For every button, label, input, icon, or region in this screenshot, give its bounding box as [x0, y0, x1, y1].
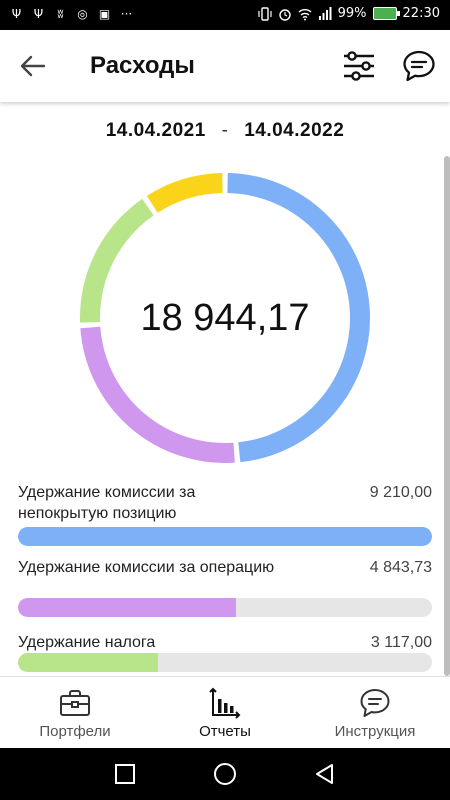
circle-icon[interactable] [213, 762, 237, 786]
nav-label: Портфели [39, 723, 111, 740]
bar-chart-icon [209, 687, 241, 719]
expense-label: Удержание комиссии за непокрытую позицию [18, 484, 196, 522]
expense-value: 3 117,00 [370, 634, 432, 651]
expense-label: Удержание налога [18, 634, 156, 651]
usb-icon: Ψ [11, 7, 22, 21]
expense-bar-fill [18, 653, 158, 672]
triangle-back-icon[interactable] [313, 762, 337, 786]
status-bar: Ψ Ψ ʬ ◎ ▣ ··· 99% 22:30 [0, 0, 450, 30]
system-status: 99% 22:30 [258, 6, 440, 21]
expense-bar-fill [18, 527, 432, 546]
signal-icon [318, 6, 332, 20]
expense-item[interactable]: Удержание налога 3 117,00 [18, 632, 432, 676]
nav-label: Отчеты [199, 723, 251, 740]
page-title: Расходы [90, 52, 195, 79]
system-navigation-bar [0, 748, 450, 800]
expense-value: 4 843,73 [369, 559, 432, 576]
square-icon[interactable] [113, 762, 137, 786]
vk-icon: ʬ [57, 7, 64, 21]
wifi-icon [298, 8, 312, 20]
alarm-icon [278, 8, 291, 21]
expense-item[interactable]: Удержание комиссии за непокрытую позицию… [18, 482, 432, 548]
date-from[interactable]: 14.04.2021 [106, 120, 206, 141]
battery-percent: 99% [337, 6, 367, 21]
nav-label: Инструкция [334, 723, 416, 740]
expense-item[interactable]: Удержание комиссии за операцию 4 843,73 [18, 557, 432, 623]
usb-icon: Ψ [33, 7, 44, 21]
date-range[interactable]: 14.04.2021 - 14.04.2022 [0, 120, 450, 142]
expenses-report[interactable]: 14.04.2021 - 14.04.2022 18 944,17 Удержа… [0, 102, 450, 676]
instagram-icon: ◎ [77, 7, 88, 21]
date-separator: - [221, 120, 229, 141]
chat-bubble-icon[interactable] [402, 49, 436, 83]
arrow-left-icon[interactable] [18, 52, 48, 80]
scrollbar[interactable] [444, 156, 450, 676]
nav-portfolios[interactable]: Портфели [0, 677, 150, 748]
calendar-icon: ▣ [98, 7, 111, 21]
briefcase-icon [60, 690, 90, 716]
battery-icon [372, 7, 400, 20]
more-dots-icon: ··· [120, 7, 133, 21]
clock: 22:30 [402, 6, 440, 21]
notification-icons: Ψ Ψ ʬ ◎ ▣ ··· [10, 7, 133, 21]
expense-bar [18, 653, 432, 672]
expense-label: Удержание комиссии за операцию [18, 559, 275, 576]
sliders-icon[interactable] [342, 49, 376, 83]
nav-instructions[interactable]: Инструкция [300, 677, 450, 748]
expense-bar [18, 527, 432, 546]
vibrate-icon [258, 6, 272, 21]
bottom-navigation: Портфели Отчеты Инструкция [0, 676, 450, 748]
expense-value: 9 210,00 [369, 484, 432, 501]
expense-bar [18, 598, 432, 617]
expense-bar-fill [18, 598, 236, 617]
total-amount: 18 944,17 [140, 296, 310, 339]
app-bar: Расходы [0, 30, 450, 102]
chat-bubble-icon [360, 689, 390, 717]
nav-reports[interactable]: Отчеты [150, 677, 300, 748]
date-to[interactable]: 14.04.2022 [244, 120, 344, 141]
